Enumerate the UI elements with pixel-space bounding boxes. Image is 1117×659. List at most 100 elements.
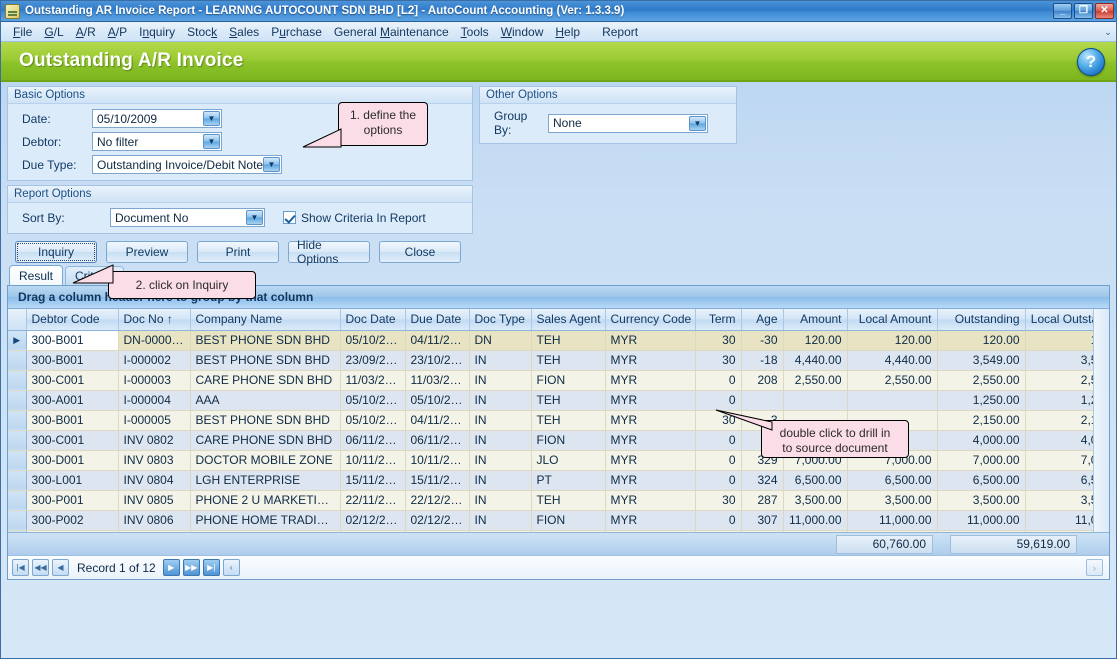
cell-term[interactable]: 0 <box>695 470 741 490</box>
cell-doc_date[interactable]: 11/03/2009 <box>340 370 405 390</box>
print-button[interactable]: Print <box>197 241 279 263</box>
cell-amount[interactable]: 120.00 <box>783 330 847 350</box>
cell-local_outstanding[interactable]: 7,000.00 <box>1025 450 1093 470</box>
cell-doc_type[interactable]: IN <box>469 430 531 450</box>
cell-local_outstanding[interactable]: 4,000.00 <box>1025 430 1093 450</box>
cell-currency_code[interactable]: MYR <box>605 430 695 450</box>
nav-scroll-right-button[interactable]: › <box>1086 559 1103 576</box>
cell-debtor_code[interactable]: 300-L001 <box>26 470 118 490</box>
cell-sales_agent[interactable]: TEH <box>531 350 605 370</box>
cell-amount[interactable]: 2,550.00 <box>783 370 847 390</box>
help-icon[interactable]: ? <box>1077 48 1105 76</box>
cell-debtor_code[interactable]: 300-P002 <box>26 510 118 530</box>
table-row[interactable]: ▶300-B001DN-000001BEST PHONE SDN BHD05/1… <box>8 330 1093 350</box>
prev-record-button[interactable]: ◀ <box>52 559 69 576</box>
cell-doc_no[interactable]: I-000004 <box>118 390 190 410</box>
cell-doc_no[interactable]: INV 0803 <box>118 450 190 470</box>
cell-doc_date[interactable]: 22/11/2008 <box>340 490 405 510</box>
cell-sales_agent[interactable]: FION <box>531 510 605 530</box>
date-input[interactable]: 05/10/2009 ▼ <box>92 109 222 128</box>
cell-amount[interactable]: 3,500.00 <box>783 490 847 510</box>
table-row[interactable]: 300-D001INV 0803DOCTOR MOBILE ZONE10/11/… <box>8 450 1093 470</box>
chevron-down-icon[interactable]: ▼ <box>689 116 706 131</box>
column-header-outstanding[interactable]: Outstanding <box>937 309 1025 330</box>
next-record-button[interactable]: ▶ <box>163 559 180 576</box>
row-indicator-cell[interactable] <box>8 490 26 510</box>
cell-amount[interactable]: 6,500.00 <box>783 470 847 490</box>
cell-sales_agent[interactable]: TEH <box>531 410 605 430</box>
cell-doc_type[interactable]: DN <box>469 330 531 350</box>
cell-term[interactable]: 0 <box>695 370 741 390</box>
menu-item-tools[interactable]: Tools <box>455 23 495 41</box>
hide-options-button[interactable]: Hide Options <box>288 241 370 263</box>
cell-doc_no[interactable]: DN-000001 <box>118 330 190 350</box>
column-header-doc_date[interactable]: Doc Date <box>340 309 405 330</box>
menu-item-general-maintenance[interactable]: General Maintenance <box>328 23 455 41</box>
cell-doc_no[interactable]: I-000002 <box>118 350 190 370</box>
column-header-doc_no[interactable]: Doc No ↑ <box>118 309 190 330</box>
grid-vertical-scrollbar[interactable] <box>1093 309 1109 557</box>
table-row[interactable]: 300-P002INV 0806PHONE HOME TRADING02/12/… <box>8 510 1093 530</box>
cell-debtor_code[interactable]: 300-C001 <box>26 430 118 450</box>
cell-local_amount[interactable]: 3,500.00 <box>847 490 937 510</box>
cell-term[interactable]: 30 <box>695 490 741 510</box>
table-row[interactable]: 300-B001I-000005BEST PHONE SDN BHD05/10/… <box>8 410 1093 430</box>
close-report-button[interactable]: Close <box>379 241 461 263</box>
cell-doc_type[interactable]: IN <box>469 510 531 530</box>
cell-age[interactable]: 287 <box>741 490 783 510</box>
cell-outstanding[interactable]: 1,250.00 <box>937 390 1025 410</box>
cell-sales_agent[interactable]: TEH <box>531 330 605 350</box>
cell-currency_code[interactable]: MYR <box>605 470 695 490</box>
cell-company_name[interactable]: BEST PHONE SDN BHD <box>190 330 340 350</box>
cell-outstanding[interactable]: 3,500.00 <box>937 490 1025 510</box>
tab-result[interactable]: Result <box>9 265 63 285</box>
last-record-button[interactable]: ▶| <box>203 559 220 576</box>
table-row[interactable]: 300-P001INV 0805PHONE 2 U MARKETING22/11… <box>8 490 1093 510</box>
menu-item-purchase[interactable]: Purchase <box>265 23 328 41</box>
preview-button[interactable]: Preview <box>106 241 188 263</box>
menu-item-gl[interactable]: G/L <box>38 23 69 41</box>
cell-currency_code[interactable]: MYR <box>605 510 695 530</box>
cell-company_name[interactable]: PHONE HOME TRADING <box>190 510 340 530</box>
cell-due_date[interactable]: 04/11/2009 <box>405 330 469 350</box>
cell-age[interactable]: 208 <box>741 370 783 390</box>
cell-term[interactable]: 0 <box>695 390 741 410</box>
cell-doc_no[interactable]: INV 0804 <box>118 470 190 490</box>
column-header-local_outstanding[interactable]: Local Outstanding <box>1025 309 1093 330</box>
cell-local_amount[interactable]: 120.00 <box>847 330 937 350</box>
cell-amount[interactable]: 11,000.00 <box>783 510 847 530</box>
cell-doc_date[interactable]: 05/10/2009 <box>340 330 405 350</box>
cell-doc_no[interactable]: INV 0805 <box>118 490 190 510</box>
cell-due_date[interactable]: 02/12/2008 <box>405 510 469 530</box>
cell-doc_date[interactable]: 06/11/2008 <box>340 430 405 450</box>
cell-term[interactable]: 30 <box>695 350 741 370</box>
cell-due_date[interactable]: 11/03/2009 <box>405 370 469 390</box>
cell-doc_no[interactable]: I-000003 <box>118 370 190 390</box>
cell-company_name[interactable]: LGH ENTERPRISE <box>190 470 340 490</box>
cell-debtor_code[interactable]: 300-B001 <box>26 330 118 350</box>
row-indicator-cell[interactable] <box>8 430 26 450</box>
cell-currency_code[interactable]: MYR <box>605 370 695 390</box>
cell-sales_agent[interactable]: PT <box>531 470 605 490</box>
show-criteria-checkbox-row[interactable]: Show Criteria In Report <box>283 211 426 225</box>
cell-age[interactable]: -18 <box>741 350 783 370</box>
cell-sales_agent[interactable]: TEH <box>531 390 605 410</box>
cell-local_amount[interactable]: 2,550.00 <box>847 370 937 390</box>
menu-item-inquiry[interactable]: Inquiry <box>133 23 181 41</box>
cell-debtor_code[interactable]: 300-B001 <box>26 410 118 430</box>
chevron-down-icon[interactable]: ▼ <box>263 157 280 172</box>
cell-doc_date[interactable]: 02/12/2008 <box>340 510 405 530</box>
sort-by-select[interactable]: Document No ▼ <box>110 208 265 227</box>
menu-item-window[interactable]: Window <box>495 23 550 41</box>
debtor-select[interactable]: No filter ▼ <box>92 132 222 151</box>
cell-sales_agent[interactable]: JLO <box>531 450 605 470</box>
cell-due_date[interactable]: 05/10/2009 <box>405 390 469 410</box>
table-row[interactable]: 300-C001I-000003CARE PHONE SDN BHD11/03/… <box>8 370 1093 390</box>
cell-due_date[interactable]: 15/11/2008 <box>405 470 469 490</box>
cell-outstanding[interactable]: 11,000.00 <box>937 510 1025 530</box>
cell-due_date[interactable]: 06/11/2008 <box>405 430 469 450</box>
cell-company_name[interactable]: CARE PHONE SDN BHD <box>190 430 340 450</box>
nav-extra-button[interactable]: ‹ <box>223 559 240 576</box>
cell-doc_no[interactable]: INV 0802 <box>118 430 190 450</box>
cell-debtor_code[interactable]: 300-D001 <box>26 450 118 470</box>
